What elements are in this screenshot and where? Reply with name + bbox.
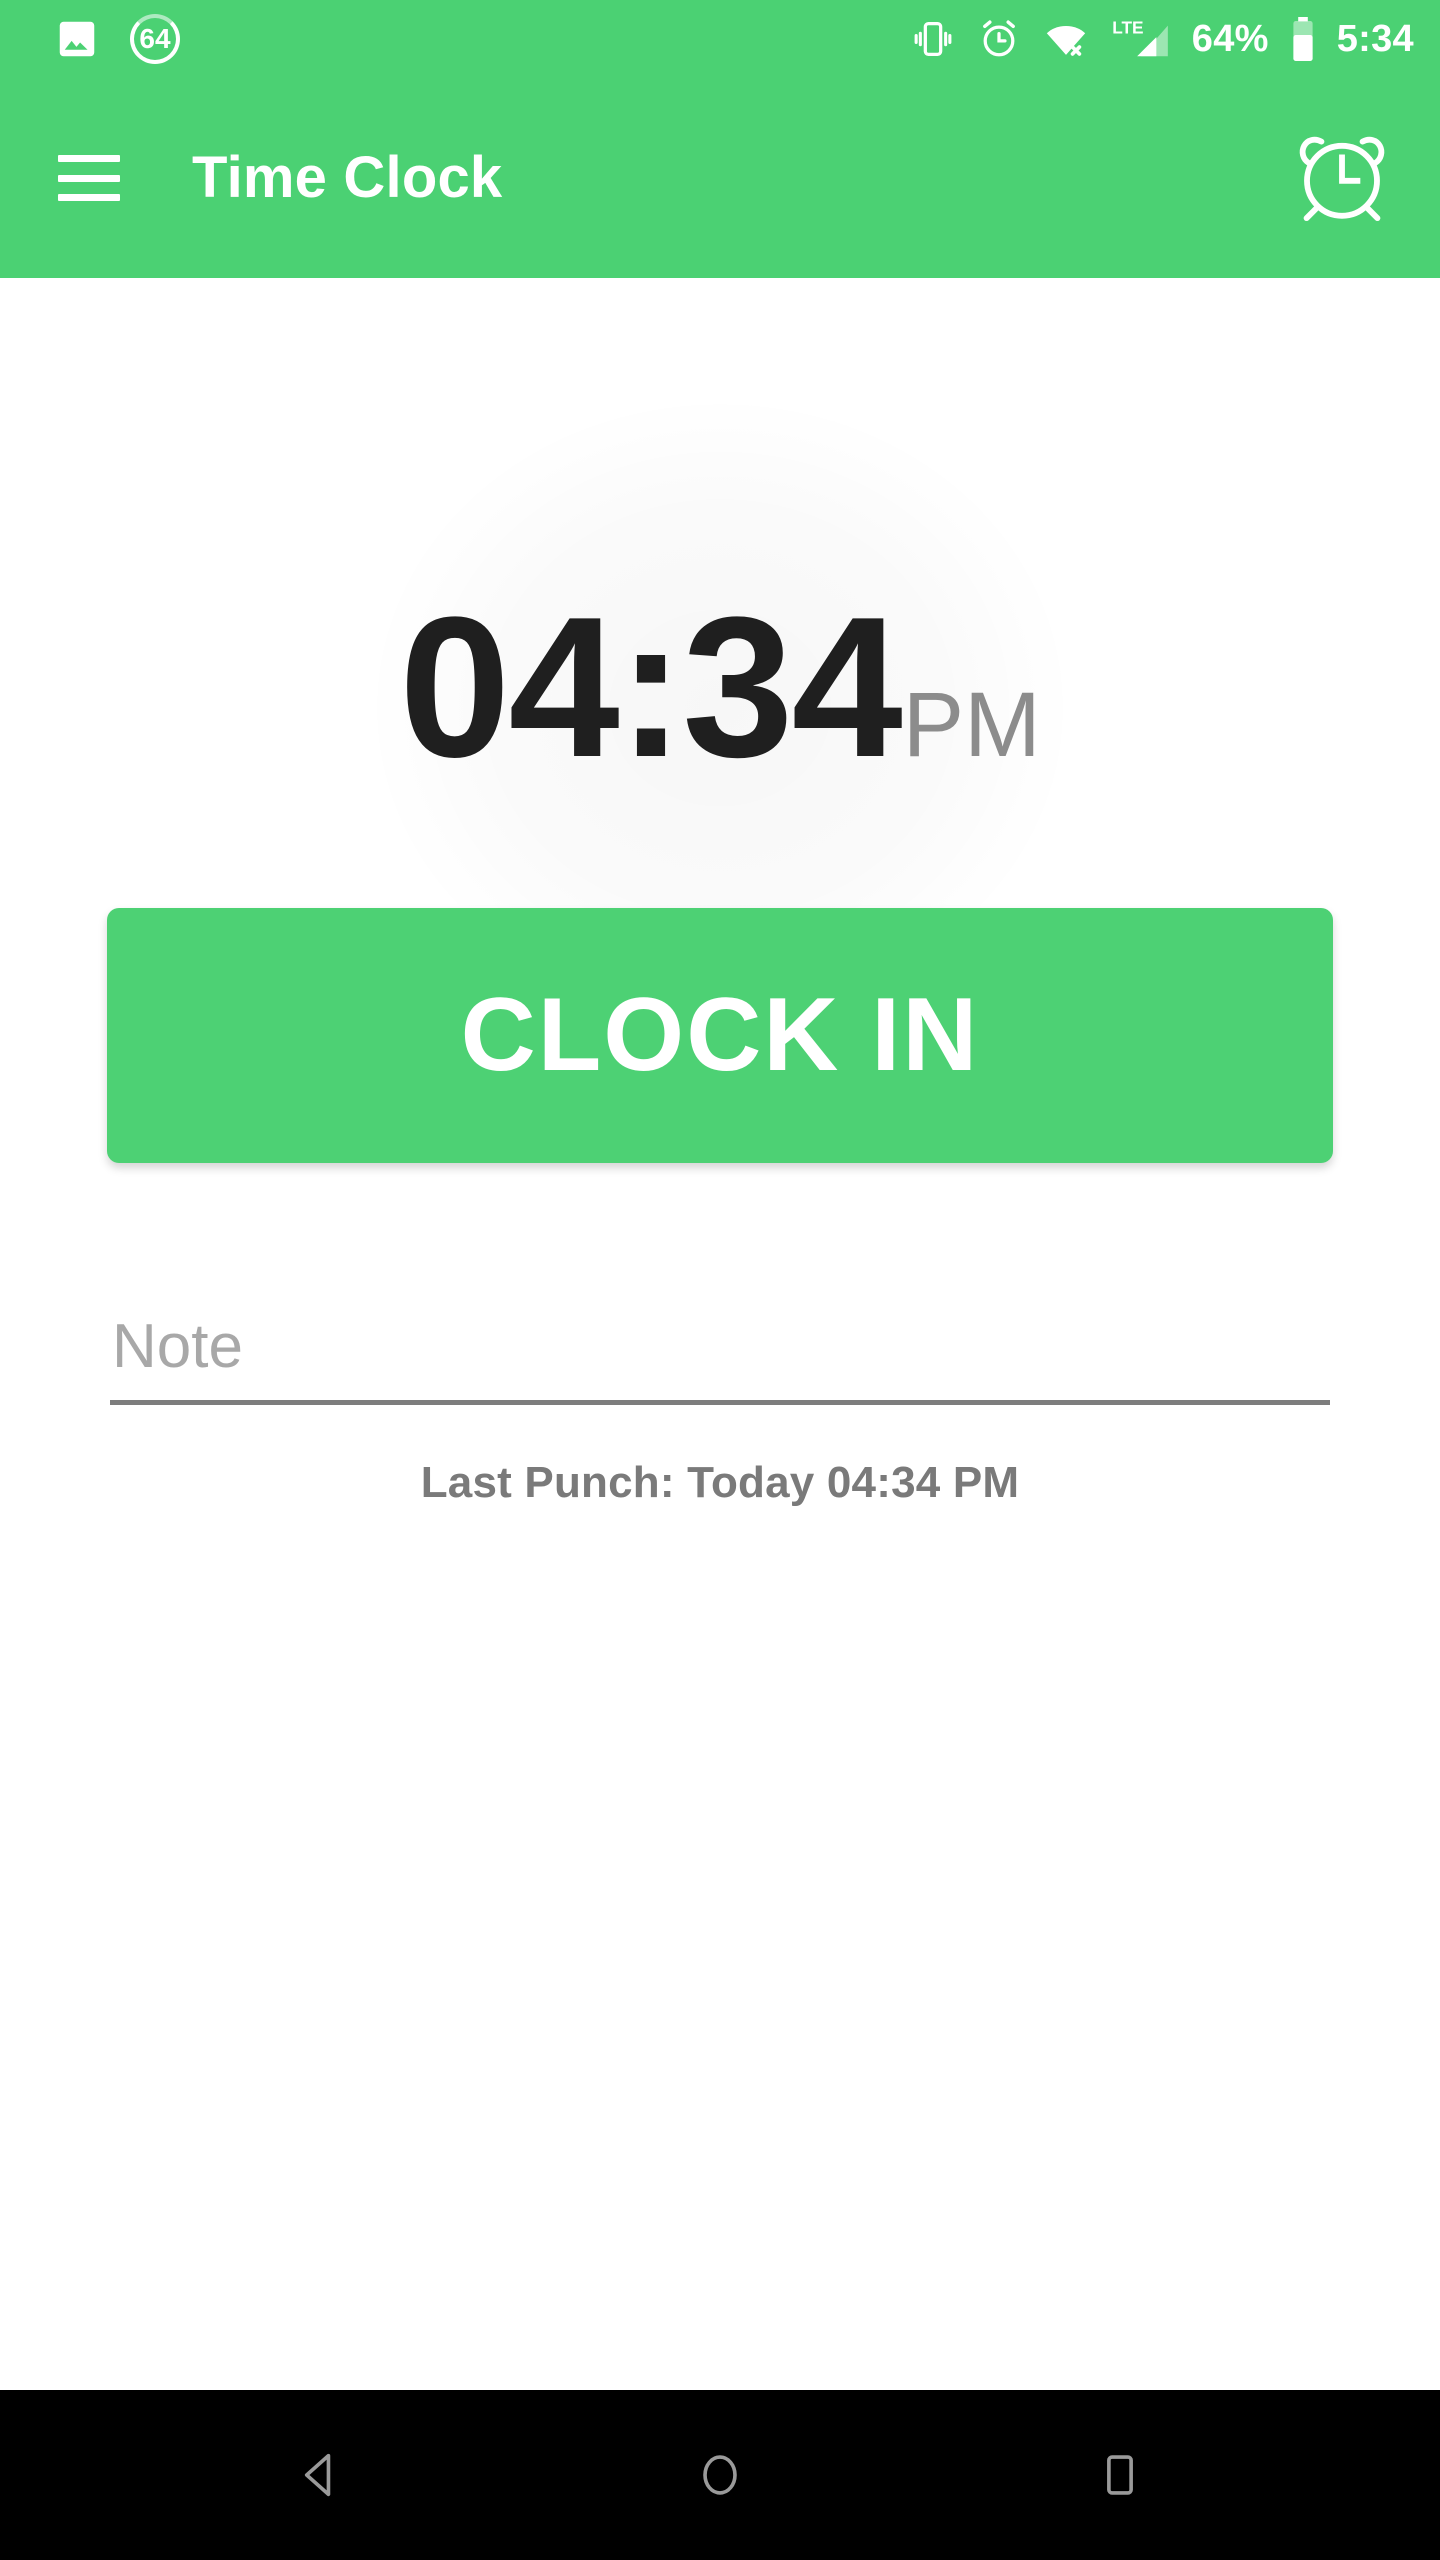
alarm-clock-icon[interactable] — [1282, 118, 1402, 238]
status-bar-clock: 5:34 — [1336, 18, 1414, 60]
current-time-meridiem: PM — [902, 674, 1041, 776]
hamburger-bar-2 — [58, 174, 120, 182]
status-bar-right-icons: LTE 64% 5:34 — [910, 15, 1414, 63]
phone-screen: 64 LTE 64% 5:34 Time Clock 04:34 PM CLOC… — [0, 0, 1440, 2560]
last-punch-label: Last Punch: Today 04:34 PM — [420, 1458, 1020, 1507]
svg-text:LTE: LTE — [1112, 17, 1143, 37]
home-button[interactable] — [645, 2390, 795, 2560]
back-button[interactable] — [245, 2390, 395, 2560]
clock-in-button[interactable]: CLOCK IN — [107, 908, 1333, 1163]
current-time-display: 04:34 PM — [0, 588, 1440, 788]
app-bar: Time Clock — [0, 78, 1440, 278]
note-input-underline — [110, 1400, 1330, 1405]
wifi-off-icon — [1042, 16, 1090, 62]
android-navigation-bar — [0, 2390, 1440, 2560]
page-title: Time Clock — [192, 145, 503, 210]
hamburger-menu-icon[interactable] — [58, 155, 120, 201]
photo-icon — [54, 16, 100, 62]
battery-icon — [1289, 15, 1317, 63]
recents-button[interactable] — [1045, 2390, 1195, 2560]
download-progress-value: 64 — [139, 23, 171, 54]
status-bar-left-icons: 64 — [54, 14, 180, 64]
main-content: 04:34 PM CLOCK IN Last Punch: Today 04:3… — [0, 278, 1440, 2390]
note-field-wrapper — [110, 1300, 1330, 1405]
note-input[interactable] — [110, 1300, 1330, 1392]
current-time-value: 04:34 — [399, 576, 903, 799]
status-bar: 64 LTE 64% 5:34 — [0, 0, 1440, 78]
hamburger-bar-3 — [58, 194, 120, 201]
lte-signal-icon: LTE — [1110, 16, 1172, 62]
hamburger-bar-1 — [58, 155, 120, 162]
vibrate-icon — [910, 16, 956, 62]
alarm-set-icon — [976, 16, 1022, 62]
download-progress-icon: 64 — [130, 14, 180, 64]
battery-percent-label: 64% — [1191, 18, 1269, 60]
